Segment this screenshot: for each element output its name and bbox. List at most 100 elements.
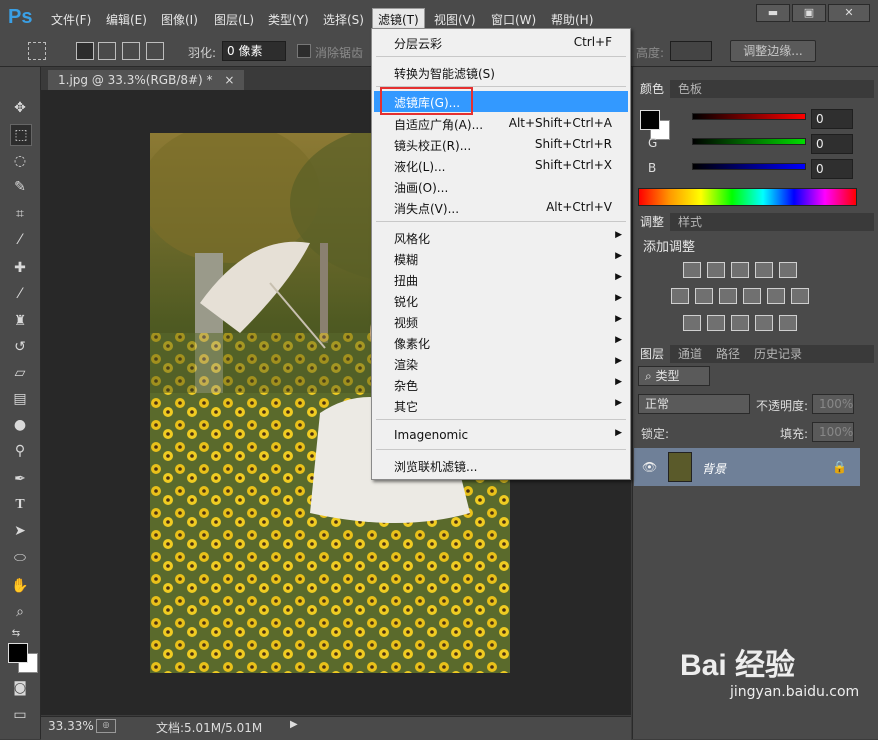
layer-name[interactable]: 背景 bbox=[702, 460, 726, 477]
black-white-icon[interactable] bbox=[719, 288, 737, 304]
eraser-tool-icon[interactable]: ▱ bbox=[10, 363, 30, 383]
dodge-tool-icon[interactable]: ⚲ bbox=[10, 441, 30, 461]
path-select-tool-icon[interactable]: ➤ bbox=[10, 521, 30, 541]
invert-icon[interactable] bbox=[683, 315, 701, 331]
menu-item-sharpen[interactable]: 锐化 ▶ bbox=[372, 290, 630, 311]
eye-icon[interactable]: 👁 bbox=[642, 460, 657, 474]
photo-filter-icon[interactable] bbox=[743, 288, 761, 304]
stamp-tool-icon[interactable]: ♜ bbox=[10, 311, 30, 331]
lasso-tool-icon[interactable]: ◌ bbox=[10, 151, 30, 171]
ellipse-tool-icon[interactable]: ⬭ bbox=[10, 548, 30, 568]
menu-image[interactable]: 图像(I) bbox=[156, 10, 203, 29]
color-spectrum[interactable] bbox=[638, 188, 857, 206]
menu-help[interactable]: 帮助(H) bbox=[546, 10, 598, 29]
antialias-checkbox[interactable] bbox=[297, 44, 311, 58]
layer-filter-kind[interactable]: ⌕ 类型 bbox=[638, 366, 710, 386]
exposure-icon[interactable] bbox=[755, 262, 773, 278]
menu-item-noise[interactable]: 杂色 ▶ bbox=[372, 374, 630, 395]
menu-item-other[interactable]: 其它 ▶ bbox=[372, 395, 630, 416]
brightness-icon[interactable] bbox=[683, 262, 701, 278]
tab-paths[interactable]: 路径 bbox=[710, 345, 746, 363]
menu-item-clouds[interactable]: 分层云彩 Ctrl+F bbox=[372, 32, 630, 53]
red-slider[interactable] bbox=[692, 113, 806, 120]
close-button[interactable]: ✕ bbox=[828, 4, 870, 22]
quick-select-tool-icon[interactable]: ✎ bbox=[10, 177, 30, 197]
foreground-color-swatch[interactable] bbox=[8, 643, 28, 663]
swap-colors-icon[interactable]: ⇆ bbox=[6, 624, 26, 644]
close-icon[interactable]: × bbox=[224, 73, 234, 87]
menu-item-browse-online[interactable]: 浏览联机滤镜... bbox=[372, 455, 630, 476]
minimize-button[interactable]: ▬ bbox=[756, 4, 790, 22]
menu-item-liquify[interactable]: 液化(L)... Shift+Ctrl+X bbox=[372, 155, 630, 176]
blend-mode-select[interactable]: 正常 bbox=[638, 394, 750, 414]
menu-item-smart-filter[interactable]: 转换为智能滤镜(S) bbox=[372, 62, 630, 83]
feather-input[interactable]: 0 像素 bbox=[222, 41, 286, 61]
color-fg-swatch[interactable] bbox=[640, 110, 660, 130]
crop-tool-icon[interactable]: ⌗ bbox=[10, 204, 30, 224]
hand-tool-icon[interactable]: ✋ bbox=[10, 576, 30, 596]
color-lookup-icon[interactable] bbox=[791, 288, 809, 304]
menu-edit[interactable]: 编辑(E) bbox=[101, 10, 152, 29]
history-brush-tool-icon[interactable]: ↺ bbox=[10, 337, 30, 357]
pen-tool-icon[interactable]: ✒ bbox=[10, 469, 30, 489]
screen-mode-icon[interactable]: ▭ bbox=[10, 705, 30, 725]
move-tool-icon[interactable]: ✥ bbox=[10, 98, 30, 118]
blur-tool-icon[interactable]: ● bbox=[10, 415, 30, 435]
red-value[interactable]: 0 bbox=[811, 109, 853, 129]
opacity-input[interactable]: 100% bbox=[812, 394, 854, 414]
menu-select[interactable]: 选择(S) bbox=[318, 10, 369, 29]
new-selection-icon[interactable] bbox=[76, 42, 94, 60]
menu-item-adaptive-wide-angle[interactable]: 自适应广角(A)... Alt+Shift+Ctrl+A bbox=[372, 113, 630, 134]
zoom-tool-icon[interactable]: ⌕ bbox=[10, 602, 30, 622]
selective-color-icon[interactable] bbox=[755, 315, 773, 331]
gradient-map-icon[interactable] bbox=[779, 315, 797, 331]
eyedropper-tool-icon[interactable]: ⁄ bbox=[10, 230, 30, 250]
tab-color[interactable]: 颜色 bbox=[634, 80, 671, 98]
levels-icon[interactable] bbox=[707, 262, 725, 278]
tab-history[interactable]: 历史记录 bbox=[748, 345, 808, 363]
curves-icon[interactable] bbox=[731, 262, 749, 278]
menu-item-imagenomic[interactable]: Imagenomic ▶ bbox=[372, 425, 630, 446]
menu-item-lens-correction[interactable]: 镜头校正(R)... Shift+Ctrl+R bbox=[372, 134, 630, 155]
restore-button[interactable]: ▣ bbox=[792, 4, 826, 22]
refine-edge-button[interactable]: 调整边缘... bbox=[730, 40, 816, 62]
marquee-tool-icon[interactable]: ⬚ bbox=[10, 124, 32, 146]
blue-value[interactable]: 0 bbox=[811, 159, 853, 179]
status-icon[interactable]: ◎ bbox=[96, 719, 116, 733]
hue-saturation-icon[interactable] bbox=[671, 288, 689, 304]
menu-window[interactable]: 窗口(W) bbox=[486, 10, 541, 29]
threshold-icon[interactable] bbox=[731, 315, 749, 331]
green-slider[interactable] bbox=[692, 138, 806, 145]
status-arrow-icon[interactable]: ▶ bbox=[290, 719, 298, 730]
menu-item-distort[interactable]: 扭曲 ▶ bbox=[372, 269, 630, 290]
menu-item-video[interactable]: 视频 ▶ bbox=[372, 311, 630, 332]
menu-item-blur[interactable]: 模糊 ▶ bbox=[372, 248, 630, 269]
tab-channels[interactable]: 通道 bbox=[672, 345, 708, 363]
document-tab[interactable]: 1.jpg @ 33.3%(RGB/8#) * × bbox=[48, 70, 245, 90]
menu-type[interactable]: 类型(Y) bbox=[263, 10, 314, 29]
quick-mask-icon[interactable]: ◙ bbox=[10, 678, 30, 698]
subtract-selection-icon[interactable] bbox=[122, 42, 140, 60]
channel-mixer-icon[interactable] bbox=[767, 288, 785, 304]
menu-file[interactable]: 文件(F) bbox=[46, 10, 96, 29]
fill-input[interactable]: 100% bbox=[812, 422, 854, 442]
color-balance-icon[interactable] bbox=[695, 288, 713, 304]
intersect-selection-icon[interactable] bbox=[146, 42, 164, 60]
type-tool-icon[interactable]: T bbox=[10, 495, 30, 515]
menu-item-render[interactable]: 渲染 ▶ bbox=[372, 353, 630, 374]
posterize-icon[interactable] bbox=[707, 315, 725, 331]
healing-brush-tool-icon[interactable]: ✚ bbox=[10, 258, 30, 278]
vibrance-icon[interactable] bbox=[779, 262, 797, 278]
add-selection-icon[interactable] bbox=[98, 42, 116, 60]
zoom-readout[interactable]: 33.33% bbox=[48, 719, 94, 733]
green-value[interactable]: 0 bbox=[811, 134, 853, 154]
menu-view[interactable]: 视图(V) bbox=[429, 10, 481, 29]
menu-item-oil-paint[interactable]: 油画(O)... bbox=[372, 176, 630, 197]
menu-item-vanishing-point[interactable]: 消失点(V)... Alt+Ctrl+V bbox=[372, 197, 630, 218]
tab-swatches[interactable]: 色板 bbox=[672, 80, 708, 98]
menu-item-pixelate[interactable]: 像素化 ▶ bbox=[372, 332, 630, 353]
tab-adjustments[interactable]: 调整 bbox=[634, 213, 671, 231]
tab-layers[interactable]: 图层 bbox=[634, 345, 671, 363]
tab-styles[interactable]: 样式 bbox=[672, 213, 708, 231]
menu-layer[interactable]: 图层(L) bbox=[209, 10, 259, 29]
